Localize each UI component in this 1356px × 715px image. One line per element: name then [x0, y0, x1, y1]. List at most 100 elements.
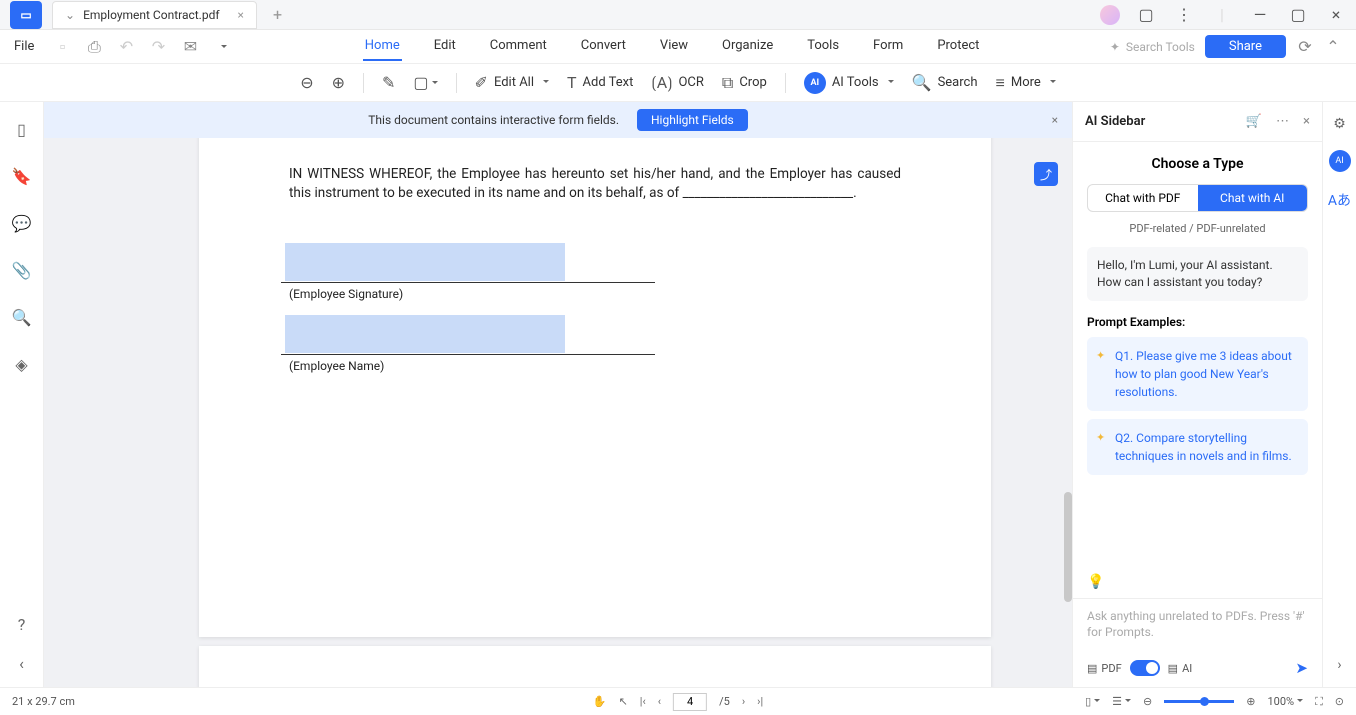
comment-icon[interactable]: ▢	[1134, 5, 1158, 24]
print-icon[interactable]: ⎙	[82, 37, 106, 57]
menu-view[interactable]: View	[658, 32, 690, 61]
zoom-in-icon[interactable]: ⊕	[332, 73, 345, 92]
highlight-fields-button[interactable]: Highlight Fields	[637, 109, 748, 131]
translate-icon[interactable]: Aあ	[1328, 190, 1351, 210]
highlighter-icon[interactable]: ✎	[382, 73, 395, 92]
menu-form[interactable]: Form	[871, 32, 905, 61]
bookmarks-icon[interactable]: 🔖	[12, 167, 32, 186]
shape-icon[interactable]: ▢	[413, 73, 437, 92]
zoom-level[interactable]: 100%	[1267, 695, 1303, 708]
maximize-button[interactable]: ▢	[1286, 5, 1310, 24]
bulb-icon[interactable]: 💡	[1087, 574, 1308, 590]
close-window-button[interactable]: ×	[1324, 5, 1348, 24]
hand-tool-icon[interactable]: ✋	[593, 695, 607, 708]
banner-close-icon[interactable]: ×	[1052, 113, 1058, 127]
menu-protect[interactable]: Protect	[935, 32, 981, 61]
read-mode-icon[interactable]: ☰	[1112, 695, 1131, 708]
prev-page-icon[interactable]: ‹	[658, 695, 661, 708]
search-icon: 🔍	[912, 73, 932, 92]
search-button[interactable]: 🔍 Search	[912, 73, 978, 92]
close-tab-icon[interactable]: ×	[238, 8, 244, 22]
pen-icon: ✐	[475, 73, 488, 92]
employee-name-field[interactable]	[285, 315, 565, 353]
select-tool-icon[interactable]: ↖	[619, 695, 628, 708]
ai-tools-button[interactable]: AI AI Tools	[804, 72, 894, 94]
avatar[interactable]	[1100, 5, 1120, 25]
scrollbar-thumb[interactable]	[1064, 492, 1072, 602]
menu-home[interactable]: Home	[363, 32, 402, 61]
chat-with-pdf-option[interactable]: Chat with PDF	[1088, 185, 1198, 211]
cloud-icon[interactable]: ⟳	[1296, 37, 1314, 56]
zoom-out-icon[interactable]: ⊖	[300, 73, 313, 92]
tab-title: Employment Contract.pdf	[83, 8, 219, 22]
chat-with-ai-option[interactable]: Chat with AI	[1198, 185, 1308, 211]
minimize-button[interactable]: —	[1248, 5, 1272, 24]
help-icon[interactable]: ?	[18, 615, 26, 634]
add-text-button[interactable]: T Add Text	[567, 73, 633, 92]
edit-all-button[interactable]: ✐ Edit All	[475, 73, 549, 92]
comments-icon[interactable]: 💬	[12, 214, 32, 233]
pdf-ai-toggle[interactable]	[1130, 660, 1160, 676]
employee-signature-field[interactable]	[285, 243, 565, 281]
search-tools[interactable]: ✦ Search Tools	[1110, 40, 1195, 54]
ai-close-icon[interactable]: ×	[1303, 114, 1310, 129]
new-tab-button[interactable]: +	[265, 5, 290, 24]
prompt-example-1[interactable]: Q1. Please give me 3 ideas about how to …	[1087, 337, 1308, 411]
file-menu[interactable]: File	[14, 39, 34, 54]
text-icon: T	[567, 73, 577, 92]
layers-icon[interactable]: ◈	[15, 355, 27, 374]
fit-screen-icon[interactable]: ⛶	[1315, 695, 1323, 709]
dropdown-icon[interactable]	[210, 37, 234, 56]
more-button[interactable]: ≡ More	[996, 73, 1056, 93]
first-page-icon[interactable]: |‹	[640, 695, 646, 708]
choose-type-title: Choose a Type	[1087, 156, 1308, 172]
thumbnails-icon[interactable]: ▯	[17, 120, 26, 139]
collapse-icon[interactable]: ⌃	[1324, 37, 1342, 56]
ocr-button[interactable]: ⟮A⟯ OCR	[651, 73, 704, 93]
send-icon[interactable]: ➤	[1295, 659, 1308, 677]
search-panel-icon[interactable]: 🔍	[12, 308, 32, 327]
attachments-icon[interactable]: 📎	[12, 261, 32, 280]
far-right-rail: ⚙ AI Aあ ›	[1322, 102, 1356, 687]
menu-tools[interactable]: Tools	[805, 32, 841, 61]
sparkle-icon: ✦	[1110, 40, 1120, 54]
view-mode-icon[interactable]: ▯	[1085, 695, 1100, 708]
zoom-slider[interactable]	[1164, 700, 1234, 703]
prompt-examples-title: Prompt Examples:	[1087, 315, 1308, 329]
kebab-icon[interactable]: ⋮	[1172, 5, 1196, 24]
document-canvas[interactable]: This document contains interactive form …	[44, 102, 1072, 687]
zoom-in-status-icon[interactable]: ⊕	[1246, 695, 1255, 708]
menu-organize[interactable]: Organize	[720, 32, 775, 61]
next-page-icon[interactable]: ›	[742, 695, 745, 708]
left-rail: ▯ 🔖 💬 📎 🔍 ◈ ? ‹	[0, 102, 44, 687]
zoom-out-status-icon[interactable]: ⊖	[1143, 695, 1152, 708]
redo-icon: ↷	[146, 37, 170, 56]
expand-right-icon[interactable]: ›	[1337, 657, 1341, 673]
name-label: (Employee Name)	[289, 359, 901, 373]
form-fields-banner: This document contains interactive form …	[44, 102, 1072, 138]
share-button[interactable]: Share	[1205, 35, 1286, 58]
ai-more-icon[interactable]: ⋯	[1276, 114, 1289, 129]
page-number-input[interactable]	[673, 693, 707, 711]
mail-icon[interactable]: ✉	[178, 37, 202, 56]
fit-width-icon[interactable]: ⊙	[1335, 695, 1344, 708]
cart-icon[interactable]: 🛒	[1246, 114, 1262, 129]
upload-icon[interactable]: ⤴	[1034, 162, 1058, 186]
pdf-related-label: PDF-related / PDF-unrelated	[1087, 222, 1308, 235]
collapse-left-icon[interactable]: ‹	[19, 654, 24, 673]
ai-sidebar-title: AI Sidebar	[1085, 114, 1145, 129]
menu-edit[interactable]: Edit	[432, 32, 458, 61]
ai-rail-icon[interactable]: AI	[1329, 150, 1351, 172]
crop-icon: ⧉	[722, 73, 733, 93]
crop-button[interactable]: ⧉ Crop	[722, 73, 767, 93]
title-bar: ▭ ⌄ Employment Contract.pdf × + ▢ ⋮ | — …	[0, 0, 1356, 30]
last-page-icon[interactable]: ›|	[757, 695, 763, 708]
settings-icon[interactable]: ⚙	[1333, 116, 1346, 132]
ai-input-area[interactable]: Ask anything unrelated to PDFs. Press '#…	[1073, 598, 1322, 687]
prompt-example-2[interactable]: Q2. Compare storytelling techniques in n…	[1087, 419, 1308, 475]
menu-convert[interactable]: Convert	[579, 32, 628, 61]
menu-bar: File ▫ ⎙ ↶ ↷ ✉ Home Edit Comment Convert…	[0, 30, 1356, 64]
menu-comment[interactable]: Comment	[488, 32, 549, 61]
document-tab[interactable]: ⌄ Employment Contract.pdf ×	[52, 1, 257, 29]
ai-greeting: Hello, I'm Lumi, your AI assistant. How …	[1087, 247, 1308, 301]
